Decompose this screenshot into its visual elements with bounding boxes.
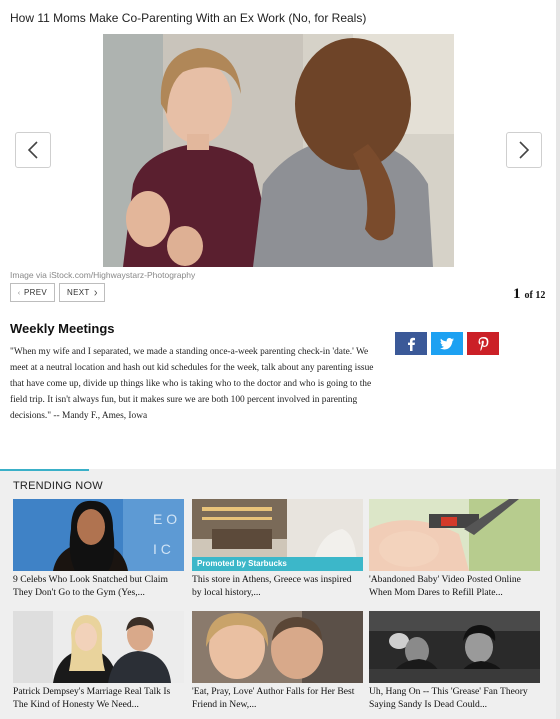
facebook-icon [408, 337, 415, 351]
trending-caption[interactable]: 'Eat, Pray, Love' Author Falls for Her B… [192, 685, 363, 711]
chevron-right-icon [93, 289, 97, 296]
trending-caption[interactable]: Patrick Dempsey's Marriage Real Talk Is … [13, 685, 184, 711]
svg-text:I C: I C [153, 541, 171, 557]
slide-current: 1 [513, 286, 521, 302]
pinterest-icon [478, 336, 488, 351]
trending-card[interactable]: E O I C 9 Celebs Who Look Snatched but C… [13, 499, 184, 599]
trending-thumbnail[interactable]: E O I C [13, 499, 184, 571]
trending-card[interactable]: Promoted by Starbucks This store in Athe… [192, 499, 363, 599]
right-border [556, 0, 560, 719]
trending-thumbnail[interactable] [369, 499, 540, 571]
prev-button[interactable]: PREV [10, 283, 55, 302]
trending-thumbnail[interactable] [369, 611, 540, 683]
twitter-icon [440, 337, 454, 349]
page: How 11 Moms Make Co-Parenting With an Ex… [0, 0, 560, 719]
facebook-share-button[interactable] [395, 332, 427, 355]
trending-caption[interactable]: 'Abandoned Baby' Video Posted Online Whe… [369, 573, 540, 599]
trending-caption[interactable]: 9 Celebs Who Look Snatched but Claim The… [13, 573, 184, 599]
chevron-left-icon [27, 141, 38, 159]
next-arrow-button[interactable] [506, 132, 542, 168]
slide-counter: 1 of 12 [513, 285, 545, 303]
trending-card[interactable]: 'Abandoned Baby' Video Posted Online Whe… [369, 499, 540, 599]
trending-accent-bar [0, 469, 89, 471]
trending-caption[interactable]: Uh, Hang On -- This 'Grease' Fan Theory … [369, 685, 540, 711]
svg-text:E O: E O [153, 511, 177, 527]
trending-thumbnail[interactable]: Promoted by Starbucks [192, 499, 363, 571]
trending-thumbnail[interactable] [13, 611, 184, 683]
trending-title: TRENDING NOW [13, 480, 103, 492]
chevron-right-icon [519, 141, 530, 159]
trending-card[interactable]: 'Eat, Pray, Love' Author Falls for Her B… [192, 611, 363, 711]
prev-label: PREV [24, 288, 47, 297]
slide-heading: Weekly Meetings [10, 321, 115, 336]
prev-arrow-button[interactable] [15, 132, 51, 168]
trending-thumbnail[interactable] [192, 611, 363, 683]
next-label: NEXT [67, 288, 90, 297]
slide-body: "When my wife and I separated, we made a… [10, 347, 374, 421]
image-credit: Image via iStock.com/Highwaystarz-Photog… [10, 270, 196, 280]
trending-caption[interactable]: This store in Athens, Greece was inspire… [192, 573, 363, 599]
pinterest-share-button[interactable] [467, 332, 499, 355]
trending-card[interactable]: Patrick Dempsey's Marriage Real Talk Is … [13, 611, 184, 711]
chevron-left-icon [18, 290, 20, 295]
trending-card[interactable]: Uh, Hang On -- This 'Grease' Fan Theory … [369, 611, 540, 711]
slideshow-title: How 11 Moms Make Co-Parenting With an Ex… [10, 11, 367, 25]
next-button[interactable]: NEXT [59, 283, 105, 302]
promoted-label: Promoted by Starbucks [192, 557, 363, 571]
twitter-share-button[interactable] [431, 332, 463, 355]
slide-total: of 12 [524, 290, 546, 301]
slide-image [103, 34, 454, 267]
